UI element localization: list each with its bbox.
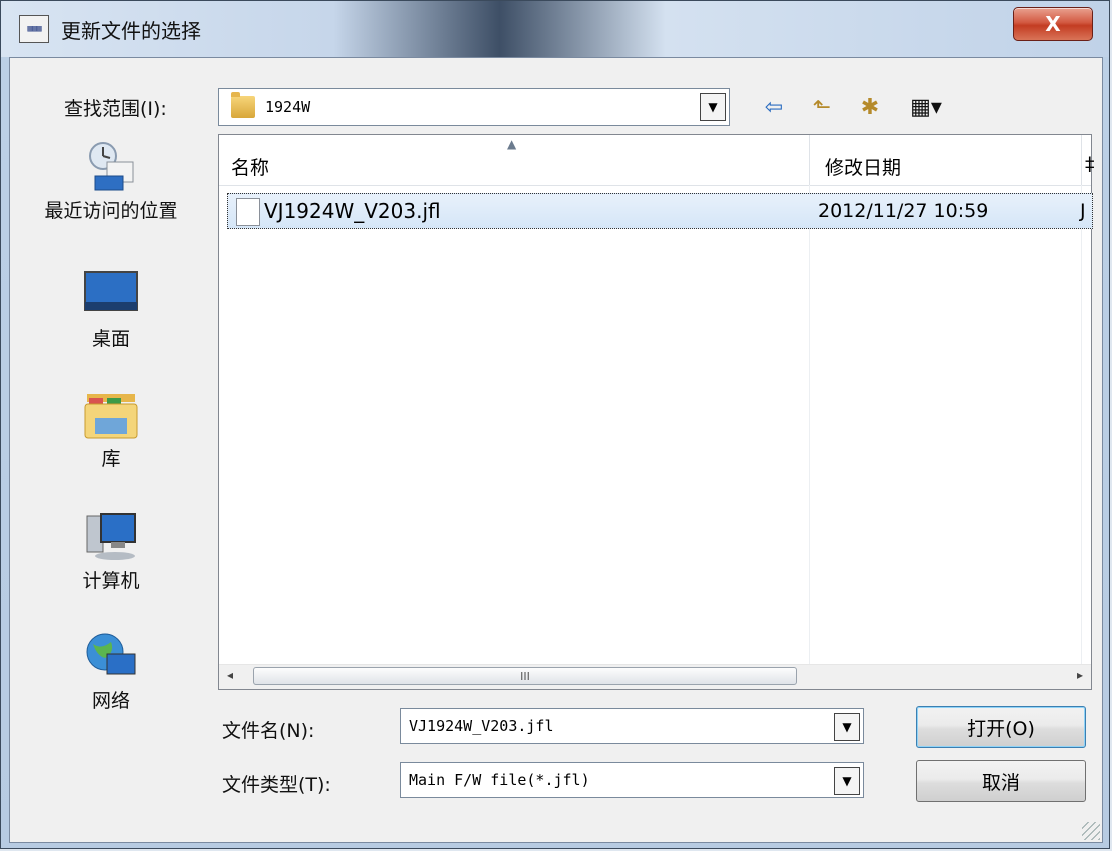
column-modified-header[interactable]: 修改日期 xyxy=(825,153,901,180)
window-title: 更新文件的选择 xyxy=(61,19,201,43)
cancel-button[interactable]: 取消 xyxy=(916,760,1086,802)
title-bar[interactable]: ▦▦▦ 更新文件的选择 X xyxy=(1,1,1109,57)
place-computer[interactable]: 计算机 xyxy=(10,510,212,593)
column-gridline xyxy=(1081,185,1082,665)
file-type: J xyxy=(1080,200,1086,222)
column-separator[interactable] xyxy=(1081,135,1082,185)
filetype-label: 文件类型(T): xyxy=(222,774,331,796)
filename-label: 文件名(N): xyxy=(222,720,315,742)
network-icon xyxy=(81,630,141,682)
back-arrow-icon[interactable]: ⇦ xyxy=(758,92,790,122)
file-row[interactable]: VJ1924W_V203.jfl 2012/11/27 10:59 J xyxy=(227,193,1093,229)
look-in-combo[interactable]: 1924W ▼ xyxy=(218,88,730,126)
recent-places-icon xyxy=(81,140,141,192)
file-modified-date: 2012/11/27 10:59 xyxy=(818,200,989,222)
filetype-dropdown-button[interactable]: ▼ xyxy=(834,767,860,795)
place-label: 桌面 xyxy=(91,328,130,350)
up-folder-icon[interactable]: ⬑ xyxy=(806,92,838,122)
place-network[interactable]: 网络 xyxy=(10,630,212,713)
place-desktop[interactable]: 桌面 xyxy=(10,268,212,351)
dialog-client-area: 查找范围(I): 1924W ▼ ⇦ ⬑ ✱ ▦▾ 最近访问的位置 桌面 库 计… xyxy=(9,57,1103,843)
view-menu-icon[interactable]: ▦▾ xyxy=(902,92,950,122)
app-icon: ▦▦▦ xyxy=(19,15,49,43)
horizontal-scrollbar[interactable]: ◂ III ▸ xyxy=(219,664,1091,689)
place-label: 网络 xyxy=(91,690,130,712)
look-in-dropdown-button[interactable]: ▼ xyxy=(700,93,726,121)
column-separator[interactable] xyxy=(809,135,810,185)
filename-combo[interactable]: VJ1924W_V203.jfl ▼ xyxy=(400,708,864,744)
scroll-thumb[interactable]: III xyxy=(253,667,797,685)
file-list[interactable]: 名称 ▲ 修改日期 ‡ VJ1924W_V203.jfl 2012/11/27 … xyxy=(218,134,1095,690)
file-list-header: 名称 ▲ 修改日期 ‡ xyxy=(219,135,1095,186)
scroll-left-icon[interactable]: ◂ xyxy=(227,668,233,682)
place-label: 最近访问的位置 xyxy=(44,200,178,222)
document-icon xyxy=(236,198,260,226)
place-libraries[interactable]: 库 xyxy=(10,388,212,471)
new-folder-icon[interactable]: ✱ xyxy=(854,92,886,122)
toolbar: ⇦ ⬑ ✱ ▦▾ xyxy=(758,92,950,122)
filetype-value: Main F/W file(*.jfl) xyxy=(409,771,590,789)
open-button[interactable]: 打开(O) xyxy=(916,706,1086,748)
file-dialog-window: ▦▦▦ 更新文件的选择 X 查找范围(I): 1924W ▼ ⇦ ⬑ ✱ ▦▾ xyxy=(0,0,1110,849)
folder-icon xyxy=(231,92,255,118)
filename-input[interactable]: VJ1924W_V203.jfl xyxy=(409,717,554,735)
place-recent[interactable]: 最近访问的位置 xyxy=(10,140,212,223)
filename-dropdown-button[interactable]: ▼ xyxy=(834,713,860,741)
look-in-value: 1924W xyxy=(265,98,311,116)
libraries-icon xyxy=(81,388,141,440)
place-label: 计算机 xyxy=(82,570,140,592)
place-label: 库 xyxy=(101,448,121,470)
computer-icon xyxy=(81,510,141,562)
desktop-icon xyxy=(81,268,141,320)
look-in-label: 查找范围(I): xyxy=(64,98,167,120)
column-type-header[interactable]: ‡ xyxy=(1085,153,1095,175)
column-gridline xyxy=(809,185,810,665)
filetype-combo[interactable]: Main F/W file(*.jfl) ▼ xyxy=(400,762,864,798)
column-name-header[interactable]: 名称 xyxy=(231,153,269,180)
places-bar: 最近访问的位置 桌面 库 计算机 网络 xyxy=(10,132,212,762)
sort-ascending-icon: ▲ xyxy=(507,137,517,151)
scroll-right-icon[interactable]: ▸ xyxy=(1077,668,1083,682)
resize-grip[interactable] xyxy=(1082,822,1100,840)
close-button[interactable]: X xyxy=(1013,7,1093,41)
file-name: VJ1924W_V203.jfl xyxy=(264,199,441,223)
